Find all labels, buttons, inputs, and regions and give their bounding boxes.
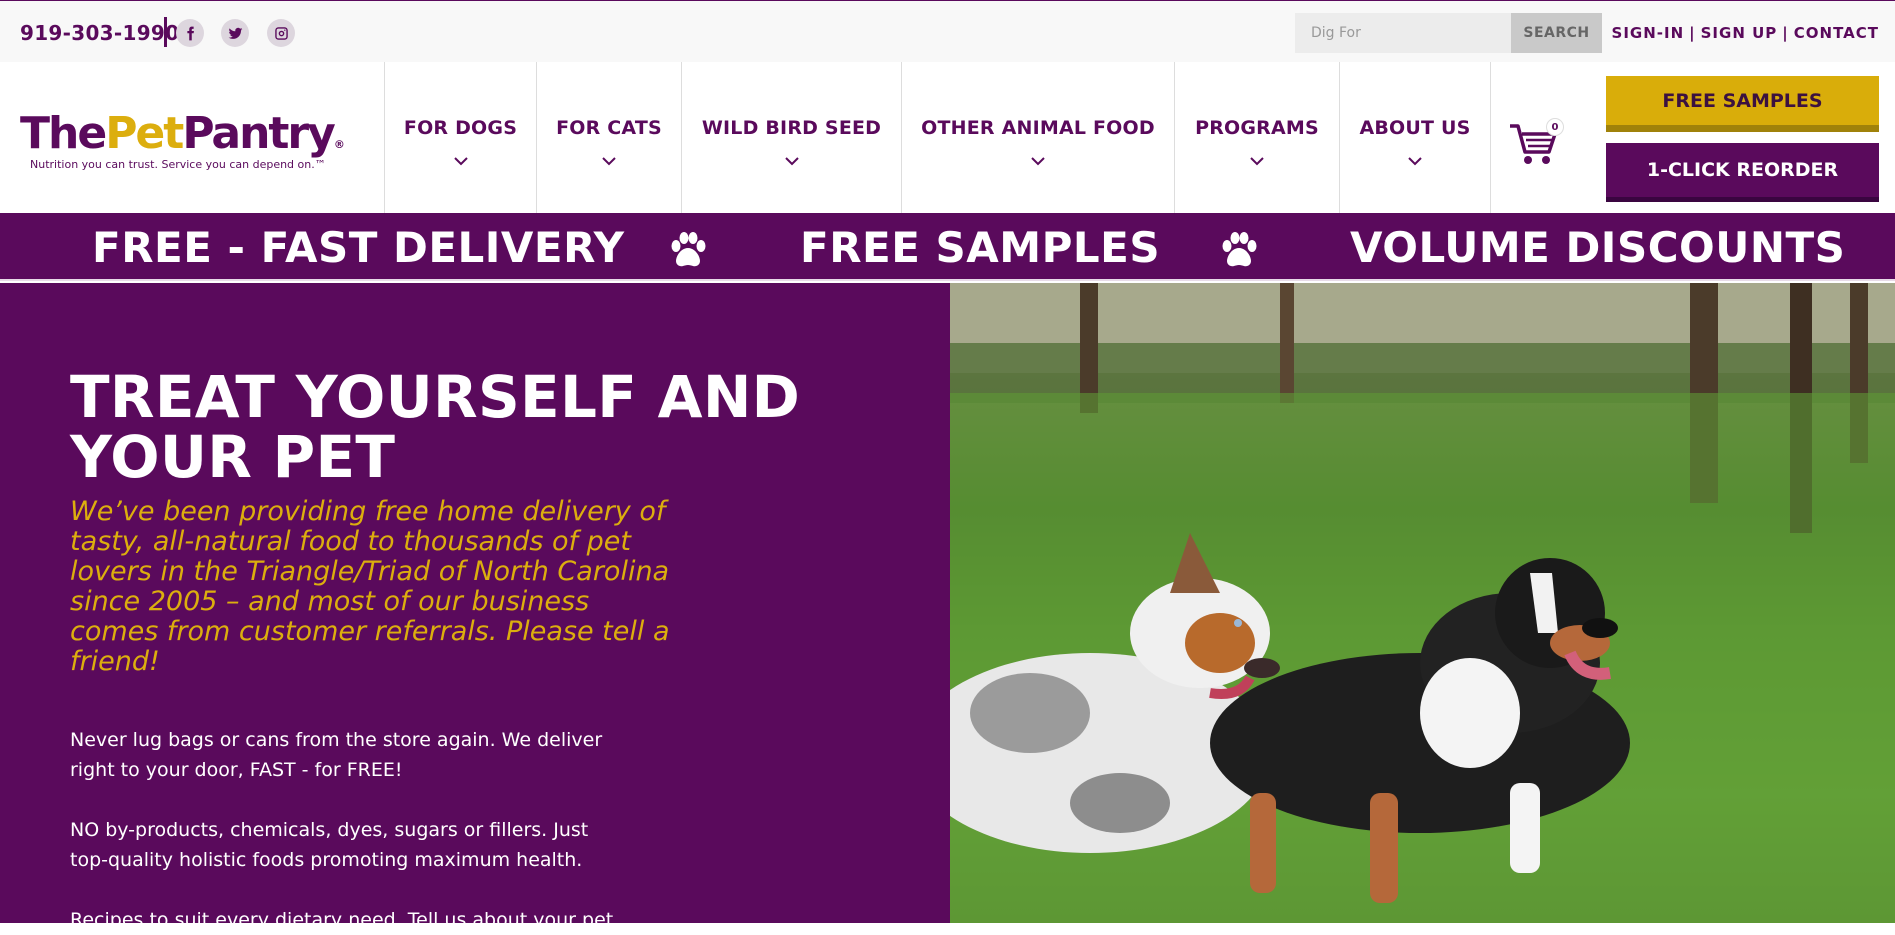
hero-paragraph: Never lug bags or cans from the store ag… bbox=[70, 729, 603, 781]
main-navigation: ThePetPantry® Nutrition you can trust. S… bbox=[0, 62, 1895, 213]
hero-dogs-image bbox=[950, 283, 1895, 923]
promo-discounts: VOLUME DISCOUNTS bbox=[1350, 223, 1846, 272]
facebook-icon[interactable] bbox=[176, 19, 204, 47]
separator: | bbox=[1689, 24, 1696, 42]
promo-delivery: FREE - FAST DELIVERY bbox=[92, 223, 625, 272]
sign-up-link[interactable]: SIGN UP bbox=[1701, 24, 1778, 42]
account-links: SIGN-IN | SIGN UP | CONTACT bbox=[1612, 24, 1879, 42]
chevron-down-icon bbox=[1031, 149, 1045, 166]
chevron-down-icon bbox=[453, 149, 468, 166]
instagram-icon[interactable] bbox=[267, 19, 295, 47]
cart-count-badge: 0 bbox=[1546, 118, 1564, 136]
nav-item-for-dogs[interactable]: FOR DOGS bbox=[384, 62, 536, 213]
nav-label: OTHER ANIMAL FOOD bbox=[921, 117, 1155, 139]
nav-label: WILD BIRD SEED bbox=[701, 117, 882, 139]
divider bbox=[1490, 62, 1491, 213]
nav-item-about-us[interactable]: ABOUT US bbox=[1339, 62, 1490, 213]
contact-link[interactable]: CONTACT bbox=[1794, 24, 1879, 42]
hero-paragraph: NO by-products, chemicals, dyes, sugars … bbox=[70, 819, 589, 871]
paw-icon bbox=[1219, 231, 1259, 269]
hero-paragraph: Recipes to suit every dietary need. Tell… bbox=[70, 909, 614, 931]
hero-text-panel: TREAT YOURSELF AND YOUR PET We’ve been p… bbox=[0, 283, 950, 931]
nav-label: FOR DOGS bbox=[403, 117, 518, 139]
hero-title: TREAT YOURSELF AND YOUR PET bbox=[70, 363, 801, 491]
divider bbox=[164, 17, 167, 47]
search-button[interactable]: SEARCH bbox=[1511, 13, 1602, 53]
chevron-down-icon bbox=[1250, 149, 1264, 166]
chevron-down-icon bbox=[1408, 149, 1422, 166]
chevron-down-icon bbox=[602, 149, 616, 166]
chevron-down-icon bbox=[784, 149, 799, 166]
nav-label: PROGRAMS bbox=[1195, 117, 1319, 139]
hero-subtitle: We’ve been providing free home delivery … bbox=[70, 496, 670, 677]
promo-samples: FREE SAMPLES bbox=[800, 223, 1161, 272]
search-input[interactable] bbox=[1295, 13, 1511, 53]
logo-wordmark: ThePetPantry® bbox=[20, 108, 345, 159]
nav-item-for-cats[interactable]: FOR CATS bbox=[536, 62, 681, 213]
logo-tagline: Nutrition you can trust. Service you can… bbox=[30, 158, 326, 171]
free-samples-button[interactable]: FREE SAMPLES bbox=[1606, 76, 1879, 132]
one-click-reorder-button[interactable]: 1-CLICK REORDER bbox=[1606, 143, 1879, 202]
twitter-icon[interactable] bbox=[221, 19, 249, 47]
nav-label: FOR CATS bbox=[556, 117, 662, 139]
site-logo[interactable]: ThePetPantry® Nutrition you can trust. S… bbox=[20, 108, 345, 172]
nav-item-other-animal-food[interactable]: OTHER ANIMAL FOOD bbox=[901, 62, 1174, 213]
promo-banner: FREE - FAST DELIVERY FREE SAMPLES VOLUME… bbox=[0, 213, 1895, 281]
phone-number[interactable]: 919-303-1990 bbox=[20, 21, 179, 45]
nav-item-wild-bird-seed[interactable]: WILD BIRD SEED bbox=[681, 62, 901, 213]
nav-item-programs[interactable]: PROGRAMS bbox=[1174, 62, 1339, 213]
nav-label: ABOUT US bbox=[1359, 117, 1471, 139]
paw-icon bbox=[668, 231, 708, 269]
separator: | bbox=[1782, 24, 1789, 42]
sign-in-link[interactable]: SIGN-IN bbox=[1612, 24, 1685, 42]
top-utility-bar: 919-303-1990 SEARCH SIGN-IN|SIGN UP|CONT… bbox=[0, 0, 1895, 62]
